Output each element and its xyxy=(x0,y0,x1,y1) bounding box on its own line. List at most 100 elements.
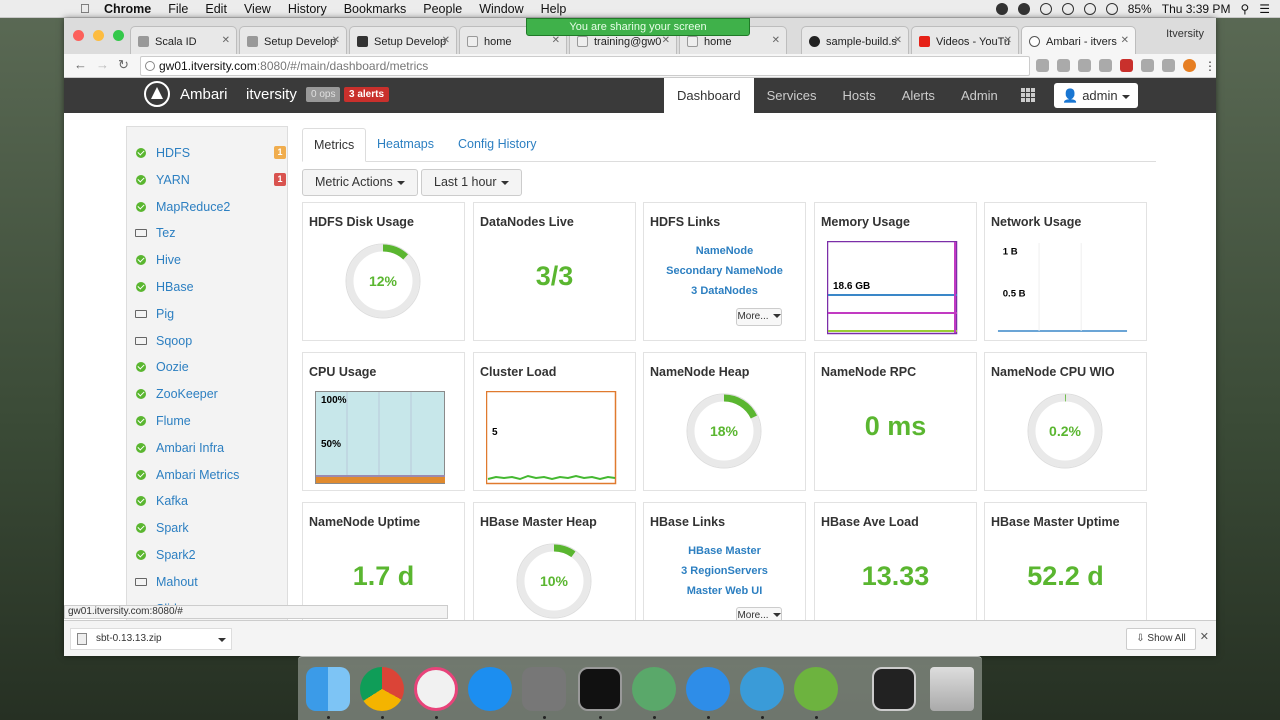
close-tab-icon[interactable]: ✕ xyxy=(222,35,230,46)
sync-icon[interactable] xyxy=(1039,3,1052,15)
nav-alerts[interactable]: Alerts xyxy=(889,78,948,113)
browser-tab[interactable]: Setup Develop ✕ xyxy=(239,26,347,54)
link-secondary-namenode[interactable]: Secondary NameNode xyxy=(644,261,805,281)
metric-actions-button[interactable]: Metric Actions xyxy=(302,169,418,196)
tab-config-history[interactable]: Config History xyxy=(447,128,548,162)
menu-history[interactable]: History xyxy=(288,2,327,16)
widget-network-usage[interactable]: Network Usage 1 B 0.5 B xyxy=(984,202,1147,341)
menu-window[interactable]: Window xyxy=(479,2,523,16)
site-info-icon[interactable] xyxy=(145,61,155,71)
sidebar-item-hbase[interactable]: HBase xyxy=(127,275,289,301)
tab-metrics[interactable]: Metrics xyxy=(302,128,367,162)
close-tab-icon[interactable]: ✕ xyxy=(552,35,560,46)
menu-app-name[interactable]: Chrome xyxy=(104,2,151,16)
browser-tab[interactable]: Videos - YouTu ✕ xyxy=(911,26,1019,54)
widget-cpu-usage[interactable]: CPU Usage 100% 50% xyxy=(302,352,465,491)
close-window-icon[interactable] xyxy=(73,30,84,41)
nav-admin[interactable]: Admin xyxy=(948,78,1011,113)
widget-hbase-master-heap[interactable]: HBase Master Heap 10% xyxy=(473,502,636,620)
close-shelf-icon[interactable]: ✕ xyxy=(1200,630,1209,643)
notification-center-icon[interactable]: ☰ xyxy=(1259,2,1270,16)
sidebar-item-tez[interactable]: Tez xyxy=(127,221,289,247)
show-all-downloads-button[interactable]: ⇩ Show All xyxy=(1126,628,1196,650)
chevron-down-icon[interactable] xyxy=(218,638,226,642)
link-master-web-ui[interactable]: Master Web UI xyxy=(644,581,805,601)
widget-memory-usage[interactable]: Memory Usage 18.6 GB xyxy=(814,202,977,341)
rocket-app-icon[interactable] xyxy=(632,667,676,711)
terminal-icon[interactable] xyxy=(578,667,622,711)
close-tab-icon[interactable]: ✕ xyxy=(662,35,670,46)
wifi-icon[interactable] xyxy=(1105,3,1118,15)
window-thumbnail-icon[interactable] xyxy=(872,667,916,711)
close-tab-icon[interactable]: ✕ xyxy=(1004,35,1012,46)
widget-namenode-cpu-wio[interactable]: NameNode CPU WIO 0.2% xyxy=(984,352,1147,491)
ops-badge[interactable]: 0 ops xyxy=(306,87,341,102)
ambari-logo-icon[interactable] xyxy=(144,81,170,107)
extension-icon[interactable] xyxy=(1162,59,1175,72)
menu-help[interactable]: Help xyxy=(541,2,567,16)
sidebar-item-ambari-infra[interactable]: Ambari Infra xyxy=(127,436,289,462)
maximize-window-icon[interactable] xyxy=(113,30,124,41)
user-menu-button[interactable]: 👤 admin xyxy=(1054,83,1138,108)
widget-namenode-rpc[interactable]: NameNode RPC 0 ms xyxy=(814,352,977,491)
app-store-icon[interactable] xyxy=(468,667,512,711)
widget-datanodes-live[interactable]: DataNodes Live 3/3 xyxy=(473,202,636,341)
menu-file[interactable]: File xyxy=(168,2,188,16)
sidebar-item-kafka[interactable]: Kafka xyxy=(127,489,289,515)
profile-label[interactable]: Itversity xyxy=(1166,28,1204,40)
app-icon[interactable] xyxy=(740,667,784,711)
widget-namenode-heap[interactable]: NameNode Heap 18% xyxy=(643,352,806,491)
spring-tool-suite-icon[interactable] xyxy=(794,667,838,711)
extension-icon[interactable] xyxy=(1099,59,1112,72)
ambari-brand[interactable]: Ambari xyxy=(180,86,228,103)
star-icon[interactable] xyxy=(1057,59,1070,72)
menubar-clock[interactable]: Thu 3:39 PM xyxy=(1162,2,1231,16)
nav-dashboard[interactable]: Dashboard xyxy=(664,78,754,113)
close-tab-icon[interactable]: ✕ xyxy=(332,35,340,46)
menu-edit[interactable]: Edit xyxy=(205,2,227,16)
widget-hbase-master-uptime[interactable]: HBase Master Uptime 52.2 d xyxy=(984,502,1147,620)
spotlight-icon[interactable]: ⚲ xyxy=(1240,2,1249,16)
sidebar-item-zookeeper[interactable]: ZooKeeper xyxy=(127,382,289,408)
widget-hdfs-disk-usage[interactable]: HDFS Disk Usage 12% xyxy=(302,202,465,341)
sidebar-item-hive[interactable]: Hive xyxy=(127,248,289,274)
sidebar-item-spark[interactable]: Spark xyxy=(127,516,289,542)
browser-tab[interactable]: sample-build.s ✕ xyxy=(801,26,909,54)
nav-hosts[interactable]: Hosts xyxy=(829,78,888,113)
forward-icon[interactable]: → xyxy=(96,57,109,72)
extension-icon[interactable] xyxy=(1120,59,1133,72)
chrome-menu-icon[interactable]: ⋮ xyxy=(1204,59,1216,73)
drive-icon[interactable] xyxy=(995,3,1008,15)
minimize-window-icon[interactable] xyxy=(93,30,104,41)
views-grid-icon[interactable] xyxy=(1020,88,1035,102)
alert-count-badge[interactable]: 1 xyxy=(274,146,286,159)
widget-namenode-uptime[interactable]: NameNode Uptime 1.7 d xyxy=(302,502,465,620)
time-range-button[interactable]: Last 1 hour xyxy=(421,169,522,196)
itunes-icon[interactable] xyxy=(414,667,458,711)
widget-hbase-ave-load[interactable]: HBase Ave Load 13.33 xyxy=(814,502,977,620)
finder-icon[interactable] xyxy=(306,667,350,711)
key-icon[interactable] xyxy=(1036,59,1049,72)
back-icon[interactable]: ← xyxy=(74,57,87,72)
sidebar-item-pig[interactable]: Pig xyxy=(127,302,289,328)
extension-icon[interactable] xyxy=(1141,59,1154,72)
battery-percent[interactable]: 85% xyxy=(1128,2,1152,16)
more-button[interactable]: More... xyxy=(736,607,782,620)
screen-share-banner[interactable]: You are sharing your screen xyxy=(526,18,750,36)
sidebar-item-spark2[interactable]: Spark2 xyxy=(127,543,289,569)
close-tab-icon[interactable]: ✕ xyxy=(1121,35,1129,46)
trash-icon[interactable] xyxy=(930,667,974,711)
sidebar-item-ambari-metrics[interactable]: Ambari Metrics xyxy=(127,463,289,489)
menu-people[interactable]: People xyxy=(423,2,462,16)
menu-bookmarks[interactable]: Bookmarks xyxy=(344,2,407,16)
extension-icon[interactable] xyxy=(1078,59,1091,72)
bluetooth-icon[interactable] xyxy=(1061,3,1074,15)
sidebar-item-hdfs[interactable]: HDFS 1 xyxy=(127,141,289,167)
close-tab-icon[interactable]: ✕ xyxy=(442,35,450,46)
sidebar-item-yarn[interactable]: YARN 1 xyxy=(127,168,289,194)
sidebar-item-sqoop[interactable]: Sqoop xyxy=(127,329,289,355)
sidebar-item-mahout[interactable]: Mahout xyxy=(127,570,289,596)
link-namenode[interactable]: NameNode xyxy=(644,241,805,261)
reload-icon[interactable]: ↻ xyxy=(118,57,129,73)
link-datanodes[interactable]: 3 DataNodes xyxy=(644,281,805,301)
